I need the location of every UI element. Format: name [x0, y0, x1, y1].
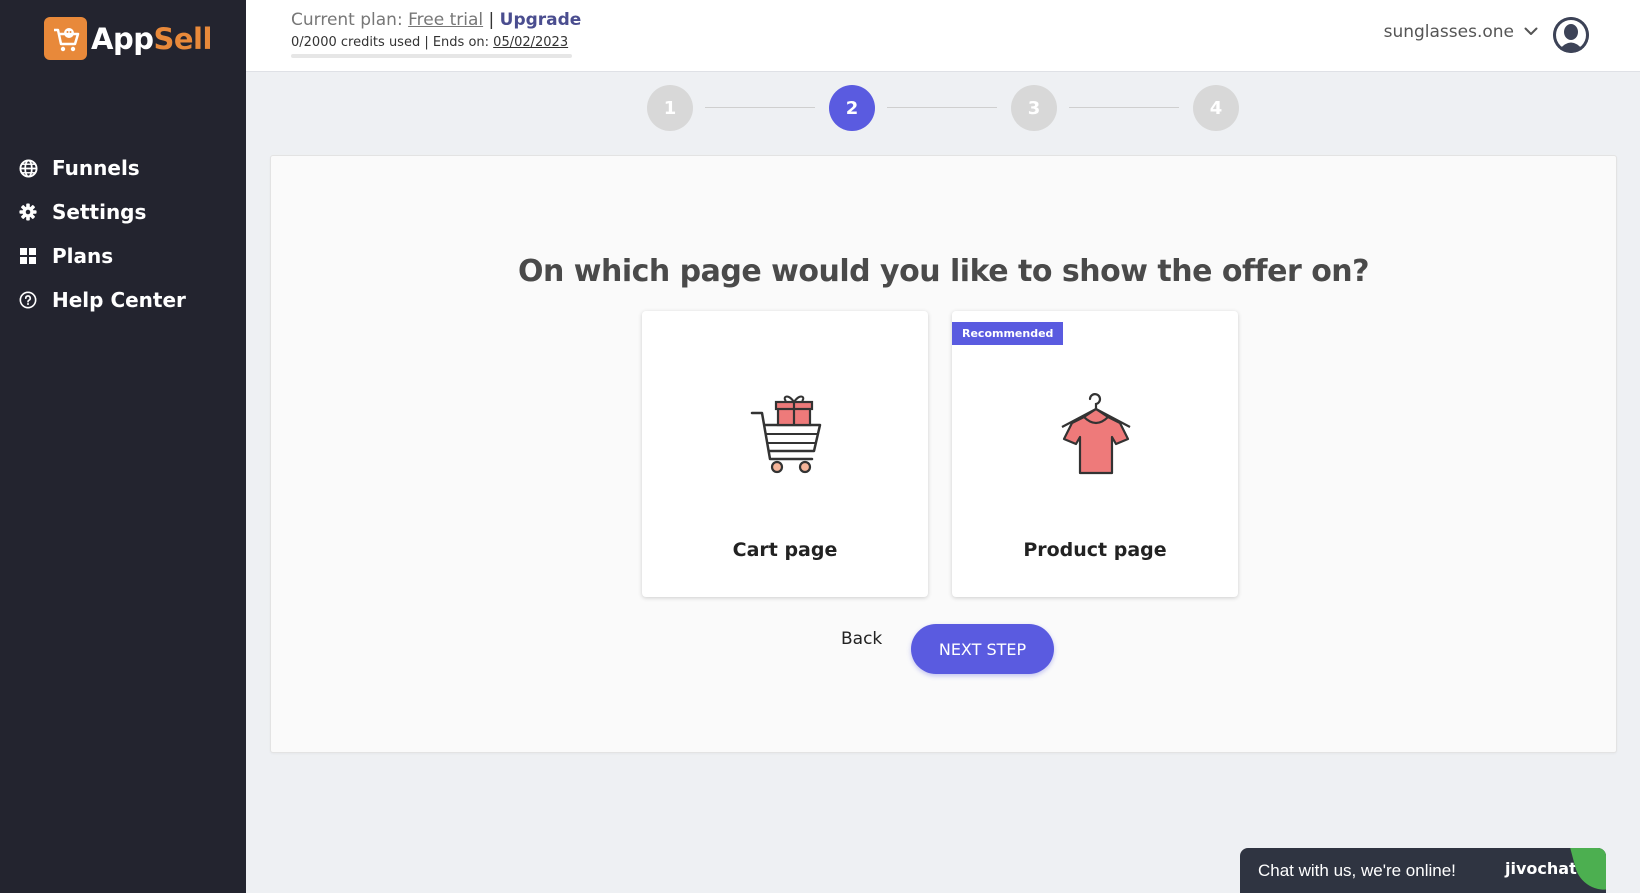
store-selector[interactable]: sunglasses.one: [1384, 22, 1538, 42]
help-circle-icon: [18, 290, 38, 310]
plan-separator: |: [488, 10, 495, 30]
store-name: sunglasses.one: [1383, 22, 1514, 42]
sidebar-item-label: Help Center: [52, 288, 186, 312]
globe-icon: [18, 158, 38, 178]
stepper-connector: [1069, 107, 1179, 108]
next-step-button[interactable]: NEXT STEP: [911, 624, 1054, 674]
page-title: On which page would you like to show the…: [517, 254, 1370, 289]
grid-icon: [18, 246, 38, 266]
chat-text: Chat with us, we're online!: [1258, 861, 1456, 880]
sidebar-item-label: Funnels: [52, 156, 140, 180]
free-trial-link[interactable]: Free trial: [408, 10, 483, 30]
top-header: Current plan: Free trial | Upgrade 0/200…: [246, 0, 1640, 72]
credits-text: 0/2000 credits used | Ends on:: [291, 35, 490, 50]
sidebar-item-label: Settings: [52, 200, 147, 224]
user-avatar[interactable]: [1553, 17, 1589, 53]
jivochat-leaf-icon: [1570, 848, 1606, 893]
sidebar-nav: Funnels Settings Plans Help Center: [18, 146, 186, 322]
step-3[interactable]: 3: [1011, 85, 1057, 131]
step-2[interactable]: 2: [829, 85, 875, 131]
app-name-part2: Sell: [153, 21, 212, 56]
user-icon: [1553, 17, 1589, 53]
back-button[interactable]: Back: [841, 629, 882, 649]
option-cart-page[interactable]: Cart page: [642, 311, 928, 597]
credits-info: 0/2000 credits used | Ends on: 05/02/202…: [291, 35, 581, 50]
option-label: Cart page: [732, 539, 838, 561]
stepper-connector: [887, 107, 997, 108]
shopping-cart-gift-icon: [740, 389, 830, 479]
wizard-card: On which page would you like to show the…: [270, 155, 1617, 753]
sidebar-item-settings[interactable]: Settings: [18, 190, 186, 234]
plan-info: Current plan: Free trial | Upgrade 0/200…: [291, 10, 581, 58]
option-product-page[interactable]: Recommended Product page: [952, 311, 1238, 597]
sidebar: AppSell Funnels Settings Plans Help Cent…: [0, 0, 246, 893]
cart-logo-icon: [44, 17, 87, 60]
app-logo[interactable]: AppSell: [44, 17, 212, 60]
sidebar-item-plans[interactable]: Plans: [18, 234, 186, 278]
upgrade-link[interactable]: Upgrade: [500, 10, 582, 30]
option-label: Product page: [1023, 539, 1167, 561]
sidebar-item-help-center[interactable]: Help Center: [18, 278, 186, 322]
chat-widget[interactable]: Chat with us, we're online! jivochat: [1240, 848, 1606, 893]
app-name: AppSell: [91, 22, 212, 56]
plan-prefix: Current plan:: [291, 10, 403, 30]
chevron-down-icon: [1524, 23, 1538, 41]
stepper-connector: [705, 107, 815, 108]
sidebar-item-funnels[interactable]: Funnels: [18, 146, 186, 190]
chat-brand: jivochat: [1505, 859, 1577, 878]
recommended-badge: Recommended: [952, 322, 1064, 345]
app-name-part1: App: [91, 21, 154, 56]
tshirt-hanger-icon: [1050, 389, 1140, 479]
plan-line: Current plan: Free trial | Upgrade: [291, 10, 581, 30]
sidebar-item-label: Plans: [52, 244, 114, 268]
step-1[interactable]: 1: [647, 85, 693, 131]
credits-progress-bar: [291, 54, 572, 58]
gear-icon: [18, 202, 38, 222]
end-date: 05/02/2023: [493, 35, 569, 50]
step-4[interactable]: 4: [1193, 85, 1239, 131]
